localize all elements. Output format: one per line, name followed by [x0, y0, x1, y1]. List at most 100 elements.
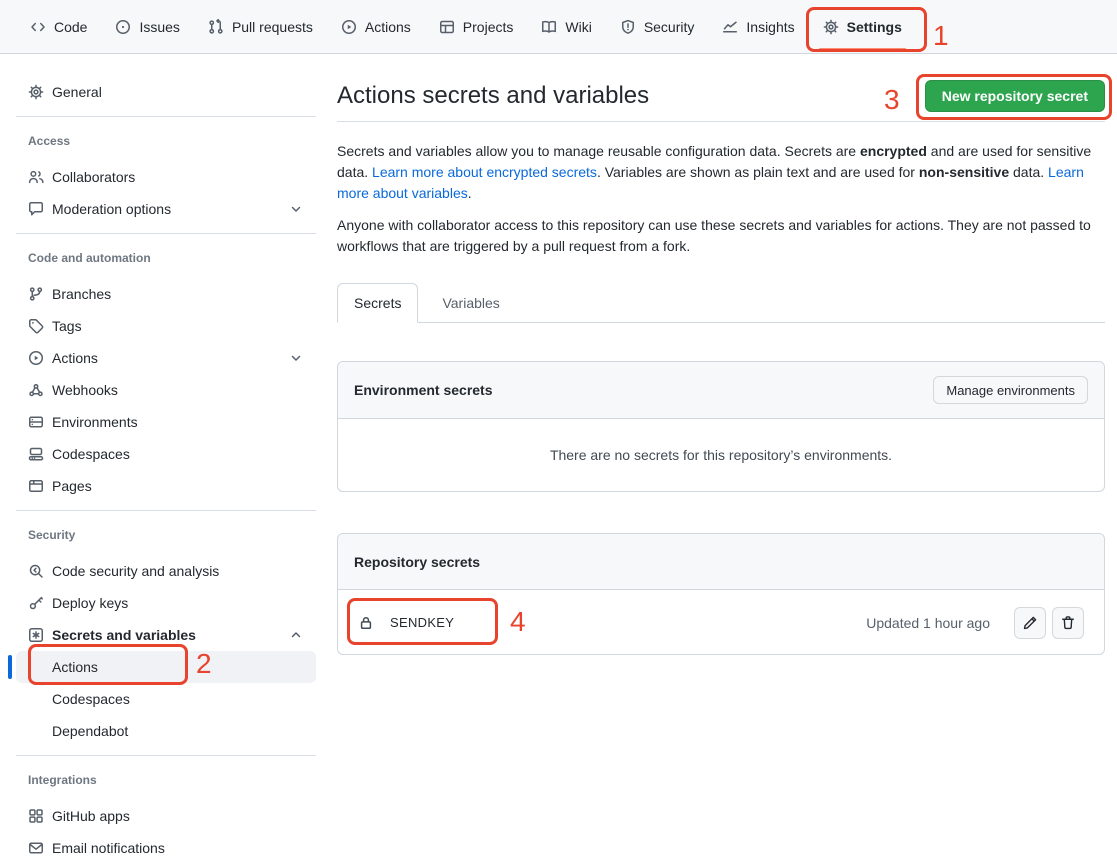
sidebar-item-email-notifications[interactable]: Email notifications — [16, 832, 316, 864]
secret-updated: Updated 1 hour ago — [866, 615, 990, 631]
repository-secrets-title: Repository secrets — [354, 554, 480, 570]
sidebar-subitem-dependabot[interactable]: Dependabot — [16, 715, 316, 747]
sidebar-item-webhooks[interactable]: Webhooks — [16, 374, 316, 406]
sidebar-item-label: Webhooks — [52, 382, 118, 398]
divider — [16, 233, 316, 234]
mail-icon — [28, 840, 44, 856]
sidebar-item-actions[interactable]: Actions — [16, 342, 316, 374]
gear-icon — [28, 84, 44, 100]
divider — [337, 121, 1105, 122]
sidebar-subitem-label: Dependabot — [52, 723, 128, 739]
sidebar-item-label: Collaborators — [52, 169, 135, 185]
sidebar-section-integrations: Integrations — [16, 772, 316, 788]
comment-discussion-icon — [28, 201, 44, 217]
secret-name: SENDKEY — [390, 615, 454, 630]
sidebar-item-label: Codespaces — [52, 446, 130, 462]
play-icon — [28, 350, 44, 366]
chevron-down-icon — [288, 201, 304, 217]
tag-icon — [28, 318, 44, 334]
manage-environments-button[interactable]: Manage environments — [933, 376, 1088, 404]
sidebar-item-label: Actions — [52, 350, 98, 366]
server-icon — [28, 414, 44, 430]
main-content: Actions secrets and variables New reposi… — [337, 0, 1105, 867]
tab-secrets[interactable]: Secrets — [337, 283, 418, 323]
chevron-down-icon — [288, 350, 304, 366]
sidebar-item-codespaces[interactable]: Codespaces — [16, 438, 316, 470]
environment-secrets-empty-message: There are no secrets for this repository… — [338, 419, 1104, 491]
webhook-icon — [28, 382, 44, 398]
sidebar-item-github-apps[interactable]: GitHub apps — [16, 800, 316, 832]
lock-icon — [358, 615, 374, 631]
code-icon — [30, 19, 46, 35]
people-icon — [28, 169, 44, 185]
sidebar-item-label: Moderation options — [52, 201, 171, 217]
secret-name-group: SENDKEY — [358, 615, 454, 631]
key-asterisk-icon — [28, 627, 44, 643]
new-repository-secret-button[interactable]: New repository secret — [925, 80, 1105, 112]
tab-issues[interactable]: Issues — [101, 0, 193, 53]
git-branch-icon — [28, 286, 44, 302]
secret-row: SENDKEY Updated 1 hour ago — [338, 590, 1104, 655]
text: data. — [1009, 164, 1048, 180]
sidebar-item-moderation-options[interactable]: Moderation options — [16, 193, 316, 225]
sidebar-item-label: Secrets and variables — [52, 627, 196, 643]
sidebar-item-label: General — [52, 84, 102, 100]
secrets-variables-tabs: Secrets Variables — [337, 283, 1105, 323]
link-encrypted-secrets[interactable]: Learn more about encrypted secrets — [372, 164, 597, 180]
text: . — [468, 185, 472, 201]
tab-label: Code — [54, 19, 87, 35]
git-pull-request-icon — [208, 19, 224, 35]
page-header: Actions secrets and variables New reposi… — [337, 80, 1105, 112]
description-paragraph-2: Anyone with collaborator access to this … — [337, 215, 1105, 257]
chevron-up-icon — [288, 627, 304, 643]
sidebar-item-environments[interactable]: Environments — [16, 406, 316, 438]
sidebar-item-label: Environments — [52, 414, 138, 430]
environment-secrets-title: Environment secrets — [354, 382, 493, 398]
sidebar-item-label: Branches — [52, 286, 111, 302]
sidebar-subitem-label: Actions — [52, 659, 98, 675]
sidebar-item-general[interactable]: General — [16, 76, 316, 108]
text-bold: encrypted — [860, 143, 927, 159]
sidebar-subitem-actions[interactable]: Actions — [16, 651, 316, 683]
tab-variables[interactable]: Variables — [426, 283, 515, 323]
tab-label: Pull requests — [232, 19, 313, 35]
github-settings-page: Code Issues Pull requests Actions Projec… — [0, 0, 1117, 867]
sidebar-item-pages[interactable]: Pages — [16, 470, 316, 502]
browser-icon — [28, 478, 44, 494]
tab-label: Issues — [139, 19, 179, 35]
description: Secrets and variables allow you to manag… — [337, 141, 1105, 257]
sidebar-item-label: Tags — [52, 318, 82, 334]
apps-icon — [28, 808, 44, 824]
divider — [16, 510, 316, 511]
tab-pull-requests[interactable]: Pull requests — [194, 0, 327, 53]
sidebar-item-label: Pages — [52, 478, 92, 494]
environment-secrets-header: Environment secrets Manage environments — [338, 362, 1104, 419]
sidebar-item-label: Deploy keys — [52, 595, 128, 611]
sidebar-item-label: Code security and analysis — [52, 563, 219, 579]
codespaces-icon — [28, 446, 44, 462]
sidebar-item-tags[interactable]: Tags — [16, 310, 316, 342]
description-paragraph-1: Secrets and variables allow you to manag… — [337, 141, 1105, 204]
text: . Variables are shown as plain text and … — [597, 164, 919, 180]
sidebar-subitem-label: Codespaces — [52, 691, 130, 707]
edit-secret-button[interactable] — [1014, 607, 1046, 639]
settings-sidebar: General Access Collaborators Moderation … — [0, 54, 321, 864]
environment-secrets-card: Environment secrets Manage environments … — [337, 361, 1105, 492]
sidebar-item-code-security[interactable]: Code security and analysis — [16, 555, 316, 587]
sidebar-item-deploy-keys[interactable]: Deploy keys — [16, 587, 316, 619]
sidebar-item-secrets-and-variables[interactable]: Secrets and variables — [16, 619, 316, 651]
divider — [16, 116, 316, 117]
key-icon — [28, 595, 44, 611]
sidebar-item-label: Email notifications — [52, 840, 165, 856]
sidebar-item-branches[interactable]: Branches — [16, 278, 316, 310]
secret-row-actions: Updated 1 hour ago — [866, 607, 1084, 639]
codescan-icon — [28, 563, 44, 579]
sidebar-section-access: Access — [16, 133, 316, 149]
sidebar-section-security: Security — [16, 527, 316, 543]
delete-secret-button[interactable] — [1052, 607, 1084, 639]
tab-code[interactable]: Code — [16, 0, 101, 53]
sidebar-subitem-codespaces[interactable]: Codespaces — [16, 683, 316, 715]
sidebar-item-collaborators[interactable]: Collaborators — [16, 161, 316, 193]
text: Secrets and variables allow you to manag… — [337, 143, 860, 159]
repository-secrets-card: Repository secrets SENDKEY Updated 1 hou… — [337, 533, 1105, 655]
